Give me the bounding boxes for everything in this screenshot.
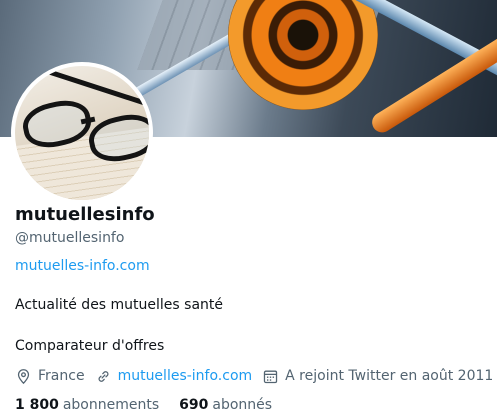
calendar-icon: [263, 370, 278, 383]
avatar[interactable]: [11, 62, 153, 204]
bio-line: Comparateur d'offres: [15, 338, 165, 354]
bio-line: Actualité des mutuelles santé: [15, 297, 224, 313]
profile-meta: France mutuelles-info.com A rejoint Twit…: [15, 366, 493, 386]
link-icon: [98, 370, 109, 382]
following-stat[interactable]: 1 800 abonnements: [15, 397, 159, 413]
website-item[interactable]: mutuelles-info.com: [95, 368, 253, 385]
joined-text: A rejoint Twitter en août 2011: [285, 368, 494, 384]
following-count: 1 800: [15, 397, 59, 413]
joined-item: A rejoint Twitter en août 2011: [262, 368, 493, 385]
bio-website-link[interactable]: mutuelles-info.com: [15, 258, 150, 274]
profile-handle: @mutuellesinfo: [15, 230, 125, 246]
profile-name: mutuellesinfo: [15, 204, 155, 225]
meta-website-link[interactable]: mutuelles-info.com: [118, 368, 253, 384]
location-item: France: [15, 368, 85, 385]
following-label: abonnements: [62, 397, 160, 413]
followers-stat[interactable]: 690 abonnés: [179, 397, 272, 413]
banner-disc-shape: [228, 0, 378, 110]
location-text: France: [38, 368, 85, 384]
follow-stats: 1 800 abonnements 690 abonnés: [15, 397, 292, 413]
followers-count: 690: [179, 397, 209, 413]
location-icon: [17, 368, 30, 384]
followers-label: abonnés: [212, 397, 273, 413]
